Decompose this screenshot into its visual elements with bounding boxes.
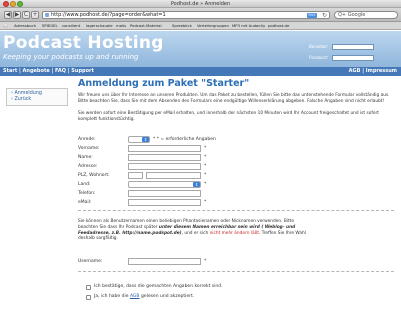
bookmarks-bar: 📖 Adressbuch SPIEGEL consilient lagersch… <box>0 22 401 30</box>
name-input[interactable] <box>128 154 201 161</box>
plz-input[interactable] <box>128 172 143 179</box>
forward-button[interactable]: ▶ <box>13 11 21 19</box>
bookmark-item[interactable]: SPIEGEL <box>42 22 58 30</box>
form-row-land: Land: ⇕ * <box>78 181 394 188</box>
browser-toolbar: ◀ ▶ C + http://www.podhost.de/?page=orde… <box>0 8 401 22</box>
back-button[interactable]: ◀ <box>4 11 12 19</box>
wohnort-input[interactable] <box>146 172 201 179</box>
telefon-label: Telefon: <box>78 191 96 196</box>
required-star: * <box>204 155 207 160</box>
reload-icon[interactable]: C <box>22 11 30 19</box>
url-text: http://www.podhost.de/?page=order&what=1 <box>51 12 166 18</box>
bookmark-item[interactable]: Spreeblick <box>172 22 192 30</box>
rss-icon[interactable]: RSS <box>307 13 317 18</box>
required-star: * <box>204 200 207 205</box>
sidebar-item-zurueck[interactable]: › Zurück <box>11 97 31 103</box>
form-row-username: Username: * <box>78 258 394 265</box>
accept-agb-checkbox[interactable] <box>86 295 91 300</box>
bookmark-item[interactable]: podhost.de <box>268 22 289 30</box>
chevron-down-icon: ⇕ <box>193 182 200 187</box>
search-input[interactable]: Q+ Google <box>334 11 398 19</box>
accept-agb-label: Ja, ich habe die AGB gelesen und akzepti… <box>94 294 195 299</box>
password-label: Passwort: <box>309 55 329 60</box>
required-star: * <box>204 146 207 151</box>
adresse-input[interactable] <box>128 163 201 170</box>
search-placeholder: Q+ Google <box>338 12 366 18</box>
form-row-telefon: Telefon: <box>78 190 394 197</box>
name-label: Name: <box>78 155 93 160</box>
confirmation-text: Sie werden sofort eine Bestätigung per e… <box>78 111 379 122</box>
divider <box>78 271 394 272</box>
form-row-name: Name: * <box>78 154 394 161</box>
site-logo[interactable]: Podcast Hosting <box>3 32 164 54</box>
required-star: * <box>204 164 207 169</box>
form-row-plz: PLZ, Wohnort: * <box>78 172 394 179</box>
confirm-data-checkbox[interactable] <box>86 285 91 290</box>
bookmark-item[interactable]: mails <box>116 22 126 30</box>
bookmark-item[interactable]: consilient <box>62 22 80 30</box>
window-titlebar: Podhost.de » Anmelden <box>0 0 401 8</box>
bookmark-item[interactable]: Adressbuch <box>14 22 36 30</box>
username-info-text: Sie können als Benutzernamen einen belie… <box>78 219 306 242</box>
chevron-down-icon: ⇕ <box>142 137 149 142</box>
anrede-select[interactable]: ⇕ <box>128 136 150 143</box>
login-password-input[interactable] <box>332 55 374 61</box>
bookmark-item[interactable]: Verteilergruppen <box>197 22 229 30</box>
bookmark-item[interactable]: lagerschauole <box>86 22 113 30</box>
nav-links[interactable]: Start | Angebote | FAQ | Support <box>3 67 94 76</box>
login-username-input[interactable] <box>332 44 374 50</box>
anrede-label: Anrede: <box>78 137 96 142</box>
site-favicon-icon <box>45 13 49 17</box>
form-row-vorname: Vorname: * <box>78 145 394 152</box>
vorname-label: Vorname: <box>78 146 100 151</box>
land-label: Land: <box>78 182 91 187</box>
email-input[interactable] <box>128 199 201 206</box>
bookmarks-book-icon[interactable]: 📖 <box>3 22 8 30</box>
required-star: * <box>204 259 207 264</box>
required-note: * * = erforderliche Angaben <box>153 137 216 142</box>
adresse-label: Adresse: <box>78 164 98 169</box>
land-select[interactable]: ⇕ <box>128 181 201 188</box>
plz-label: PLZ, Wohnort: <box>78 173 110 178</box>
site-header: Podcast Hosting Keeping your podcasts up… <box>0 31 401 67</box>
intro-text: Wir freuen uns über Ihr Interesse an uns… <box>78 93 390 104</box>
required-star: * <box>204 182 207 187</box>
vorname-input[interactable] <box>128 145 201 152</box>
divider <box>78 210 394 211</box>
address-bar[interactable]: http://www.podhost.de/?page=order&what=1… <box>42 11 330 19</box>
agb-link[interactable]: AGB <box>130 294 140 299</box>
username-label: Username: <box>78 259 103 264</box>
main-nav: Start | Angebote | FAQ | Support AGB | I… <box>0 67 401 76</box>
window-title: Podhost.de » Anmelden <box>170 1 231 7</box>
page-title: Anmeldung zum Paket "Starter" <box>78 78 250 89</box>
form-row-email: eMail: * <box>78 199 394 206</box>
sidebar: › Anmeldung › Zurück <box>6 88 68 106</box>
add-bookmark-button[interactable]: + <box>31 11 39 19</box>
site-tagline: Keeping your podcasts up and running <box>3 53 139 61</box>
username-input[interactable] <box>128 258 201 265</box>
bookmark-item[interactable]: MP3 mit Audacity <box>232 22 265 30</box>
nav-links-right[interactable]: AGB | Impressum <box>349 67 397 76</box>
telefon-input[interactable] <box>128 190 201 197</box>
required-star: * <box>204 173 207 178</box>
form-row-adresse: Adresse: * <box>78 163 394 170</box>
email-label: eMail: <box>78 200 92 205</box>
username-label: Benutzer: <box>309 44 329 49</box>
confirm-data-label: Ich bestätige, dass die gemachten Angabe… <box>94 284 223 289</box>
refresh-icon[interactable]: ↻ <box>322 12 327 19</box>
form-row-anrede: Anrede: ⇕ * * = erforderliche Angaben <box>78 136 394 143</box>
bookmark-item[interactable]: Podcast-Material <box>130 22 162 30</box>
